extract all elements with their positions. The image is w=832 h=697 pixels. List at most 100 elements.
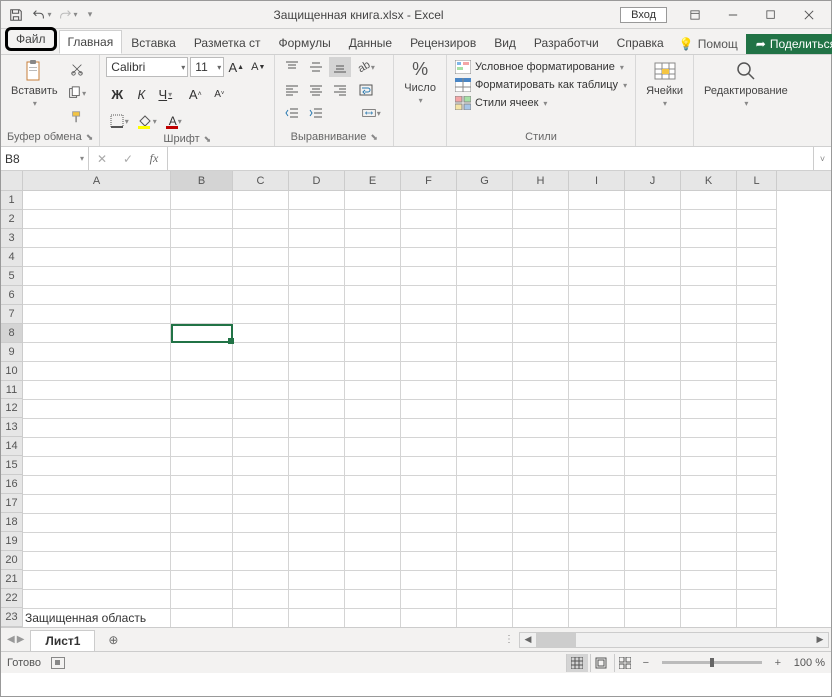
cell-I3[interactable] [569, 571, 625, 590]
cell-L4[interactable] [737, 552, 777, 571]
underline-button[interactable]: Ч▾ [154, 84, 176, 104]
format-as-table-button[interactable]: Форматировать как таблицу▾ [453, 77, 629, 93]
cell-J1[interactable] [625, 609, 681, 627]
row-header-1[interactable]: 1 [1, 191, 23, 210]
cell-J7[interactable] [625, 495, 681, 514]
cell-G16[interactable] [457, 324, 513, 343]
tab-view[interactable]: Вид [485, 31, 525, 54]
cell-K14[interactable] [681, 362, 737, 381]
cell-F18[interactable] [401, 286, 457, 305]
cell-C1[interactable] [233, 609, 289, 627]
cell-D5[interactable] [289, 533, 345, 552]
col-header-H[interactable]: H [513, 171, 569, 190]
cell-H2[interactable] [513, 590, 569, 609]
cell-G1[interactable] [457, 609, 513, 627]
cell-A12[interactable] [23, 400, 171, 419]
cell-B21[interactable] [171, 229, 233, 248]
formula-input[interactable] [168, 147, 813, 170]
cell-B16[interactable] [171, 324, 233, 343]
split-handle-icon[interactable]: ⋮ [500, 634, 519, 645]
tab-review[interactable]: Рецензиров [401, 31, 485, 54]
tab-formulas[interactable]: Формулы [270, 31, 340, 54]
cell-J17[interactable] [625, 305, 681, 324]
alignment-launcher-icon[interactable]: ⬊ [370, 132, 378, 143]
view-page-break-icon[interactable] [614, 654, 636, 672]
horizontal-scrollbar[interactable]: ◀ ▶ [519, 632, 829, 648]
font-size-select[interactable]: 11▾ [190, 57, 224, 77]
zoom-out-button[interactable]: − [638, 657, 654, 669]
cell-B17[interactable] [171, 305, 233, 324]
cell-A10[interactable] [23, 438, 171, 457]
align-center-icon[interactable] [305, 80, 327, 100]
cell-K22[interactable] [681, 210, 737, 229]
increase-indent-icon[interactable] [305, 103, 327, 123]
cell-D12[interactable] [289, 400, 345, 419]
cell-A1[interactable]: Защищенная область [23, 609, 171, 627]
cell-B20[interactable] [171, 248, 233, 267]
cell-I2[interactable] [569, 590, 625, 609]
tab-help[interactable]: Справка [608, 31, 673, 54]
cell-L19[interactable] [737, 267, 777, 286]
cell-J11[interactable] [625, 419, 681, 438]
cell-D10[interactable] [289, 438, 345, 457]
bold-button[interactable]: Ж [106, 84, 128, 104]
cell-H5[interactable] [513, 533, 569, 552]
cell-J10[interactable] [625, 438, 681, 457]
cell-E21[interactable] [345, 229, 401, 248]
cell-F16[interactable] [401, 324, 457, 343]
row-header-23[interactable]: 23 [1, 608, 23, 627]
align-right-icon[interactable] [329, 80, 351, 100]
insert-function-icon[interactable]: fx [141, 151, 167, 166]
cell-B3[interactable] [171, 571, 233, 590]
cell-L12[interactable] [737, 400, 777, 419]
cell-E18[interactable] [345, 286, 401, 305]
cell-D13[interactable] [289, 381, 345, 400]
cell-F9[interactable] [401, 457, 457, 476]
cell-I20[interactable] [569, 248, 625, 267]
maximize-icon[interactable] [753, 2, 789, 28]
row-header-10[interactable]: 10 [1, 362, 23, 381]
cell-I10[interactable] [569, 438, 625, 457]
orientation-icon[interactable]: ab▾ [355, 57, 377, 77]
col-header-B[interactable]: B [171, 171, 233, 190]
enter-formula-icon[interactable]: ✓ [115, 152, 141, 166]
cell-C12[interactable] [233, 400, 289, 419]
cell-A23[interactable] [23, 191, 171, 210]
cell-B1[interactable] [171, 609, 233, 627]
cell-F3[interactable] [401, 571, 457, 590]
cell-L15[interactable] [737, 343, 777, 362]
row-header-17[interactable]: 17 [1, 494, 23, 513]
row-header-12[interactable]: 12 [1, 399, 23, 418]
cell-K16[interactable] [681, 324, 737, 343]
cell-L23[interactable] [737, 191, 777, 210]
cell-H1[interactable] [513, 609, 569, 627]
cell-C2[interactable] [233, 590, 289, 609]
cell-C13[interactable] [233, 381, 289, 400]
cell-F11[interactable] [401, 419, 457, 438]
cell-G3[interactable] [457, 571, 513, 590]
shrink-font-icon[interactable]: A▼ [248, 57, 268, 77]
cell-H12[interactable] [513, 400, 569, 419]
cell-F20[interactable] [401, 248, 457, 267]
cell-H8[interactable] [513, 476, 569, 495]
cell-K13[interactable] [681, 381, 737, 400]
border-button[interactable]: ▾ [106, 111, 132, 131]
cell-E10[interactable] [345, 438, 401, 457]
cell-I7[interactable] [569, 495, 625, 514]
row-header-5[interactable]: 5 [1, 267, 23, 286]
cell-L20[interactable] [737, 248, 777, 267]
col-header-K[interactable]: K [681, 171, 737, 190]
cell-F1[interactable] [401, 609, 457, 627]
cell-L5[interactable] [737, 533, 777, 552]
cell-L3[interactable] [737, 571, 777, 590]
cell-L22[interactable] [737, 210, 777, 229]
cell-I23[interactable] [569, 191, 625, 210]
row-header-2[interactable]: 2 [1, 210, 23, 229]
cell-D19[interactable] [289, 267, 345, 286]
cell-B10[interactable] [171, 438, 233, 457]
cell-A6[interactable] [23, 514, 171, 533]
cell-G7[interactable] [457, 495, 513, 514]
cell-E20[interactable] [345, 248, 401, 267]
cell-H23[interactable] [513, 191, 569, 210]
cell-D2[interactable] [289, 590, 345, 609]
